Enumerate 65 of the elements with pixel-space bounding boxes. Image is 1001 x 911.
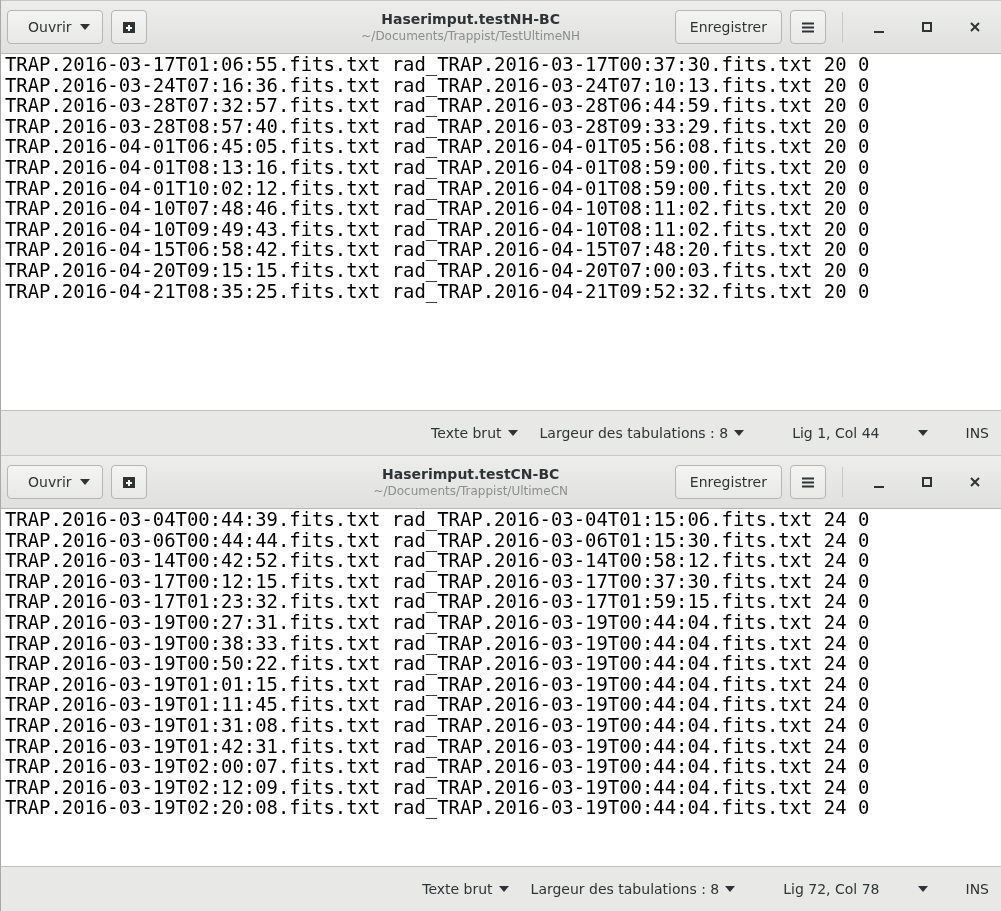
close-icon: [970, 22, 980, 32]
text-line: TRAP.2016-03-19T02:20:08.fits.txt rad_TRAP.2016-03-19T00:44:04.fits.txt 24 0: [5, 797, 871, 818]
text-line: TRAP.2016-03-19T01:01:15.fits.txt rad_TRAP.2016-03-19T00:44:04.fits.txt 24 0: [5, 673, 871, 695]
text-line: TRAP.2016-03-28T08:57:40.fits.txt rad_TRAP.2016-03-28T09:33:29.fits.txt 20 0: [5, 115, 871, 137]
minimize-icon: [874, 31, 884, 33]
text-line: TRAP.2016-03-19T00:38:33.fits.txt rad_TRAP.2016-03-19T00:44:04.fits.txt 24 0: [5, 632, 871, 654]
maximize-icon: [922, 477, 932, 487]
text-line: TRAP.2016-03-24T07:16:36.fits.txt rad_TRAP.2016-03-24T07:10:13.fits.txt 20 0: [5, 74, 871, 96]
text-line: TRAP.2016-04-21T08:35:25.fits.txt rad_TRAP.2016-04-21T09:52:32.fits.txt 20 0: [5, 280, 871, 302]
window-title: Haserimput.testNH-BC: [381, 11, 561, 27]
caret-icon: [79, 479, 90, 485]
new-document-icon: [121, 475, 136, 489]
caret-icon: [498, 886, 509, 892]
window-title: Haserimput.testCN-BC: [382, 466, 560, 482]
insert-mode: INS: [965, 425, 989, 441]
text-line: TRAP.2016-03-19T00:27:31.fits.txt rad_TRAP.2016-03-19T00:44:04.fits.txt 24 0: [5, 611, 871, 633]
caret-icon: [917, 430, 928, 436]
new-document-icon: [121, 20, 136, 34]
text-line: TRAP.2016-03-19T02:12:09.fits.txt rad_TRAP.2016-03-19T00:44:04.fits.txt 24 0: [5, 776, 871, 798]
caret-icon: [79, 24, 90, 30]
language-selector[interactable]: Texte brut: [427, 423, 522, 443]
text-line: TRAP.2016-03-14T00:42:52.fits.txt rad_TRAP.2016-03-14T00:58:12.fits.txt 24 0: [5, 550, 871, 571]
text-line: TRAP.2016-03-06T00:44:44.fits.txt rad_TRAP.2016-03-06T01:15:30.fits.txt 24 0: [5, 529, 871, 551]
menu-icon: [802, 476, 814, 488]
close-icon: [970, 477, 980, 487]
text-line: TRAP.2016-04-10T07:48:46.fits.txt rad_TRAP.2016-04-10T08:11:02.fits.txt 20 0: [5, 198, 871, 219]
new-tab-button[interactable]: [110, 10, 147, 44]
text-line: TRAP.2016-04-15T06:58:42.fits.txt rad_TRAP.2016-04-15T07:48:20.fits.txt 20 0: [5, 239, 871, 260]
open-button[interactable]: Ouvrir: [7, 465, 103, 499]
text-line: TRAP.2016-03-04T00:44:39.fits.txt rad_TRAP.2016-03-04T01:15:06.fits.txt 24 0: [5, 509, 871, 530]
menu-button[interactable]: [790, 465, 826, 499]
caret-icon: [507, 430, 518, 436]
text-line: TRAP.2016-04-10T09:49:43.fits.txt rad_TRAP.2016-04-10T08:11:02.fits.txt 20 0: [5, 218, 871, 240]
cursor-position: Lig 1, Col 44: [792, 425, 880, 441]
text-line: TRAP.2016-03-19T01:42:31.fits.txt rad_TRAP.2016-03-19T00:44:04.fits.txt 24 0: [5, 735, 871, 757]
minimize-icon: [874, 486, 884, 488]
tab-width-selector[interactable]: Largeur des tabulations : 8: [526, 879, 740, 899]
insert-mode: INS: [965, 881, 989, 897]
file-path: ~/Documents/Trappist/TestUltimeNH: [361, 29, 581, 43]
new-tab-button[interactable]: [110, 465, 147, 499]
menu-icon: [802, 21, 814, 33]
text-line: TRAP.2016-03-17T01:23:32.fits.txt rad_TRAP.2016-03-17T01:59:15.fits.txt 24 0: [5, 591, 871, 612]
text-line: TRAP.2016-03-17T01:06:55.fits.txt rad_TRAP.2016-03-17T00:37:30.fits.txt 20 0: [5, 54, 871, 75]
caret-icon: [734, 430, 745, 436]
caret-icon: [917, 886, 928, 892]
save-button[interactable]: Enregistrer: [674, 10, 782, 44]
text-line: TRAP.2016-03-19T02:00:07.fits.txt rad_TRAP.2016-03-19T00:44:04.fits.txt 24 0: [5, 756, 871, 777]
file-path: ~/Documents/Trappist/UltimeCN: [373, 484, 568, 498]
language-selector[interactable]: Texte brut: [418, 879, 513, 899]
text-line: TRAP.2016-03-19T01:11:45.fits.txt rad_TRAP.2016-03-19T00:44:04.fits.txt 24 0: [5, 694, 871, 715]
text-line: TRAP.2016-03-19T00:50:22.fits.txt rad_TRAP.2016-03-19T00:44:04.fits.txt 24 0: [5, 653, 871, 674]
text-line: TRAP.2016-04-20T09:15:15.fits.txt rad_TRAP.2016-04-20T07:00:03.fits.txt 20 0: [5, 259, 871, 281]
open-button[interactable]: Ouvrir: [7, 10, 103, 44]
text-line: TRAP.2016-04-01T10:02:12.fits.txt rad_TRAP.2016-04-01T08:59:00.fits.txt 20 0: [5, 177, 871, 199]
menu-button[interactable]: [790, 10, 826, 44]
text-line: TRAP.2016-04-01T06:45:05.fits.txt rad_TRAP.2016-04-01T05:56:08.fits.txt 20 0: [5, 136, 871, 157]
text-line: TRAP.2016-04-01T08:13:16.fits.txt rad_TRAP.2016-04-01T08:59:00.fits.txt 20 0: [5, 156, 871, 178]
caret-icon: [725, 886, 736, 892]
save-button[interactable]: Enregistrer: [674, 465, 782, 499]
maximize-icon: [922, 22, 932, 32]
tab-width-selector[interactable]: Largeur des tabulations : 8: [535, 423, 749, 443]
text-line: TRAP.2016-03-17T00:12:15.fits.txt rad_TRAP.2016-03-17T00:37:30.fits.txt 24 0: [5, 570, 871, 592]
cursor-position: Lig 72, Col 78: [783, 881, 880, 897]
text-line: TRAP.2016-03-19T01:31:08.fits.txt rad_TRAP.2016-03-19T00:44:04.fits.txt 24 0: [5, 714, 871, 736]
text-line: TRAP.2016-03-28T07:32:57.fits.txt rad_TRAP.2016-03-28T06:44:59.fits.txt 20 0: [5, 95, 871, 116]
